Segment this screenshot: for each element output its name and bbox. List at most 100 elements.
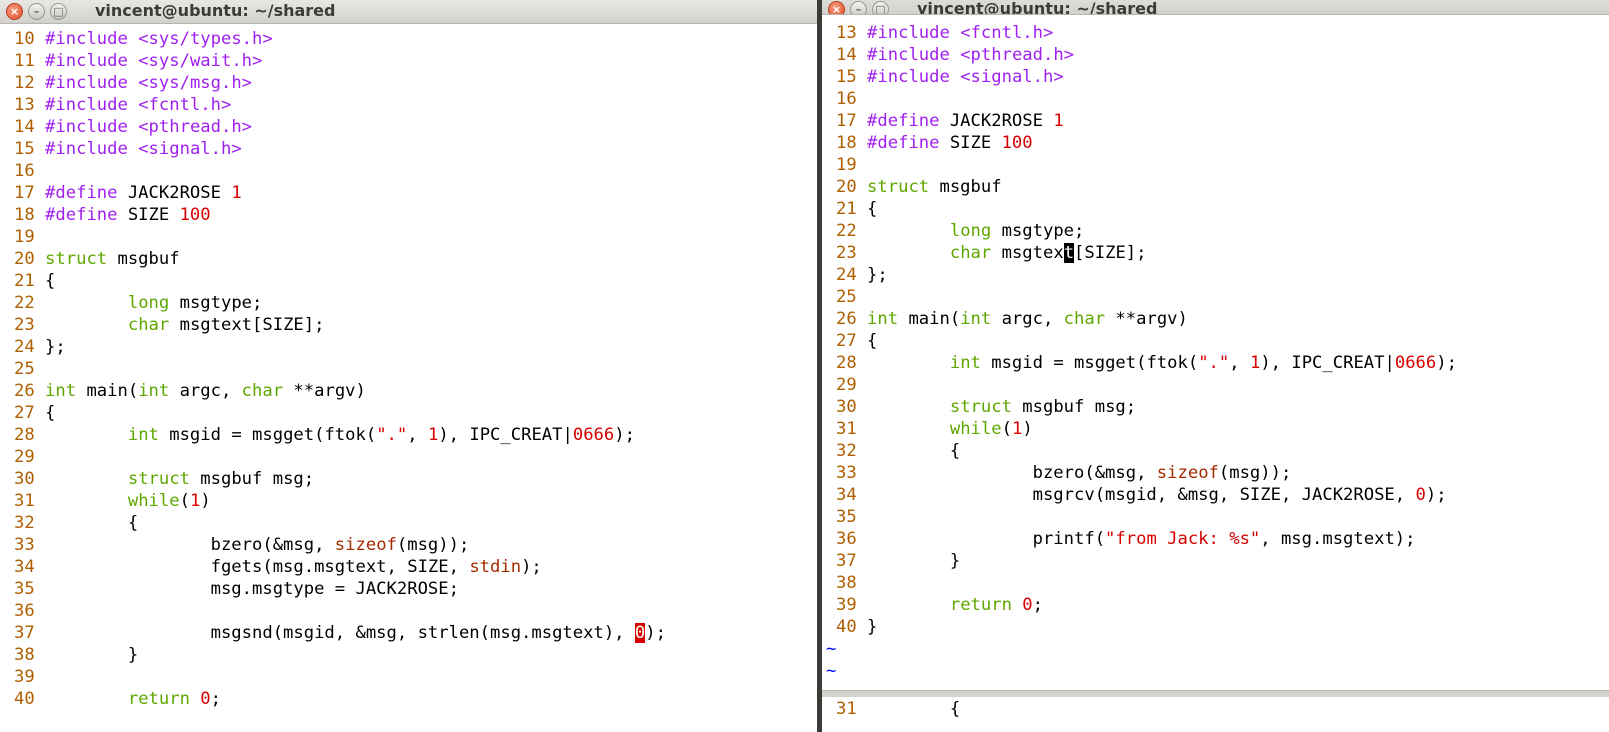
code-line[interactable]: 40 return 0; [0,688,817,710]
code-line[interactable]: 23 char msgtext[SIZE]; [822,242,1609,264]
terminal-window-right[interactable]: × – □ vincent@ubuntu: ~/shared 13 #inclu… [822,0,1609,732]
code-line[interactable]: 24 }; [0,336,817,358]
code-line[interactable]: 13 #include <fcntl.h> [822,22,1609,44]
line-number: 16 [836,89,868,109]
code-line[interactable]: 20 struct msgbuf [822,176,1609,198]
line-number: 14 [14,117,46,137]
line-number: 25 [14,359,46,379]
code-line[interactable]: 10 #include <sys/types.h> [0,28,817,50]
editor-area[interactable]: 13 #include <fcntl.h> 14 #include <pthrea… [822,22,1609,732]
line-text: while(1) [949,419,1033,439]
code-line[interactable]: 34 fgets(msg.msgtext, SIZE, stdin); [0,556,817,578]
line-number: 34 [836,485,868,505]
code-line[interactable]: 23 char msgtext[SIZE]; [0,314,817,336]
close-icon: × [831,3,842,15]
code-line[interactable]: 34 msgrcv(msgid, &msg, SIZE, JACK2ROSE, … [822,484,1609,506]
code-line[interactable]: 30 struct msgbuf msg; [822,396,1609,418]
code-line[interactable]: 26 int main(int argc, char **argv) [0,380,817,402]
close-button[interactable]: × [828,1,845,15]
code-line[interactable]: 31 { [822,698,960,720]
code-line[interactable]: 37 } [822,550,1609,572]
code-line[interactable]: 19 [0,226,817,248]
code-line[interactable]: 25 [822,286,1609,308]
minimize-button[interactable]: – [28,3,45,20]
line-number: 35 [14,579,46,599]
code-line[interactable]: 17 #define JACK2ROSE 1 [822,110,1609,132]
code-line[interactable]: 40 } [822,616,1609,638]
code-line[interactable]: 28 int msgid = msgget(ftok(".", 1), IPC_… [822,352,1609,374]
line-text: } [867,551,961,571]
line-text: #include <sys/msg.h> [45,73,253,93]
code-line[interactable]: 38 [822,572,1609,594]
terminal-window-left[interactable]: × – □ vincent@ubuntu: ~/shared 10 #inclu… [0,0,817,732]
code-line[interactable]: 21 { [0,270,817,292]
code-line[interactable]: 35 [822,506,1609,528]
close-button[interactable]: × [6,3,23,20]
code-line[interactable]: 27 { [0,402,817,424]
code-line[interactable]: 15 #include <signal.h> [0,138,817,160]
error-highlight: 0 [634,623,646,643]
code-line[interactable]: 33 bzero(&msg, sizeof(msg)); [0,534,817,556]
code-line[interactable]: 28 int msgid = msgget(ftok(".", 1), IPC_… [0,424,817,446]
line-text: { [867,331,878,351]
code-line[interactable]: 35 msg.msgtype = JACK2ROSE; [0,578,817,600]
line-text: #include <fcntl.h> [45,95,232,115]
line-number: 39 [836,595,868,615]
maximize-button[interactable]: □ [872,1,889,14]
code-line[interactable]: 33 bzero(&msg, sizeof(msg)); [822,462,1609,484]
code-line[interactable]: 39 [0,666,817,688]
code-line[interactable]: 32 { [822,440,1609,462]
code-line[interactable]: 12 #include <sys/msg.h> [0,72,817,94]
code-line[interactable]: 18 #define SIZE 100 [822,132,1609,154]
code-line[interactable]: 31 while(1) [822,418,1609,440]
title-bar[interactable]: × – □ vincent@ubuntu: ~/shared [822,0,1609,15]
code-line[interactable]: 25 [0,358,817,380]
title-bar[interactable]: × – □ vincent@ubuntu: ~/shared [0,0,817,24]
maximize-button[interactable]: □ [50,3,67,20]
line-text: char msgtext[SIZE]; [949,243,1147,263]
code-line[interactable]: 24 }; [822,264,1609,286]
editor-area[interactable]: 10 #include <sys/types.h> 11 #include <sy… [0,28,817,732]
code-line[interactable]: 36 [0,600,817,622]
code-line[interactable]: 19 [822,154,1609,176]
line-text: printf("from Jack: %s", msg.msgtext); [867,529,1416,549]
code-line[interactable]: 14 #include <pthread.h> [822,44,1609,66]
line-text: { [867,199,878,219]
code-line[interactable]: 20 struct msgbuf [0,248,817,270]
line-number: 39 [14,667,46,687]
line-number: 36 [836,529,868,549]
code-line[interactable]: 30 struct msgbuf msg; [0,468,817,490]
line-number: 14 [836,45,868,65]
code-line[interactable]: 15 #include <signal.h> [822,66,1609,88]
code-line[interactable]: 21 { [822,198,1609,220]
line-text: #include <sys/wait.h> [45,51,263,71]
code-line[interactable]: 18 #define SIZE 100 [0,204,817,226]
line-number: 27 [14,403,46,423]
code-line[interactable]: 14 #include <pthread.h> [0,116,817,138]
code-line[interactable]: 32 { [0,512,817,534]
line-number: 29 [836,375,868,395]
empty-line-marker: ~ [826,639,837,659]
line-number: 21 [14,271,46,291]
code-line[interactable]: 22 long msgtype; [0,292,817,314]
code-line[interactable]: 13 #include <fcntl.h> [0,94,817,116]
minimize-icon: – [33,5,40,18]
code-line[interactable]: 37 msgsnd(msgid, &msg, strlen(msg.msgtex… [0,622,817,644]
code-line[interactable]: 38 } [0,644,817,666]
code-line[interactable]: 26 int main(int argc, char **argv) [822,308,1609,330]
code-line[interactable]: 11 #include <sys/wait.h> [0,50,817,72]
code-line[interactable]: 36 printf("from Jack: %s", msg.msgtext); [822,528,1609,550]
code-line[interactable]: 16 [0,160,817,182]
line-text: struct msgbuf msg; [127,469,315,489]
code-line[interactable]: 17 #define JACK2ROSE 1 [0,182,817,204]
minimize-button[interactable]: – [850,1,867,14]
code-line[interactable]: 27 { [822,330,1609,352]
line-number: 23 [836,243,868,263]
code-line[interactable]: 22 long msgtype; [822,220,1609,242]
code-line[interactable]: 39 return 0; [822,594,1609,616]
code-line[interactable]: 29 [822,374,1609,396]
code-line[interactable]: 29 [0,446,817,468]
code-line[interactable]: 16 [822,88,1609,110]
code-line[interactable]: 31 while(1) [0,490,817,512]
line-text: { [867,441,961,461]
